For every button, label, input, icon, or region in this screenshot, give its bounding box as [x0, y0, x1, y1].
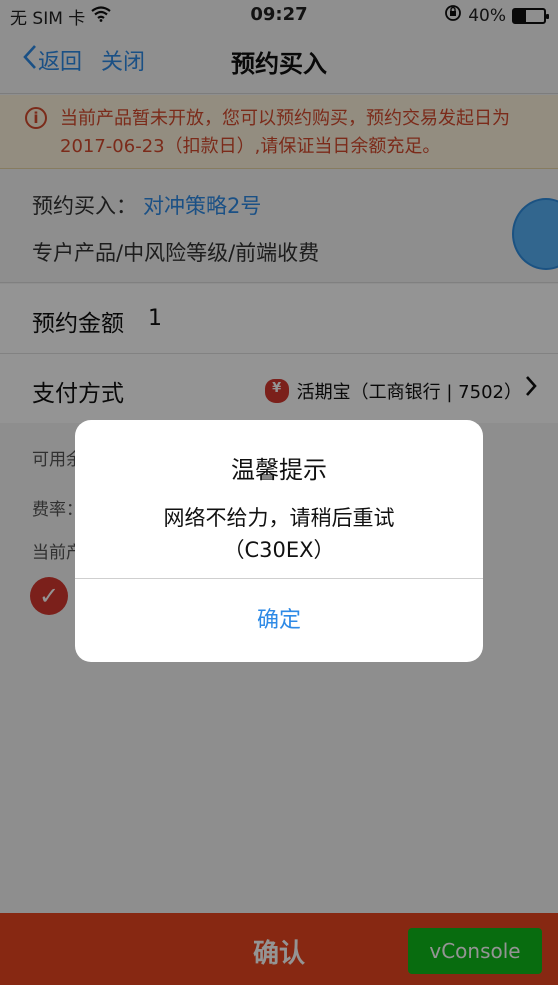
dialog-title: 温馨提示	[231, 456, 327, 484]
dialog-message-line2: （C30EX）	[223, 538, 335, 562]
dialog-message-line1: 网络不给力，请稍后重试	[163, 506, 395, 530]
alert-dialog: 温馨提示 网络不给力，请稍后重试 （C30EX） 确定	[75, 420, 483, 662]
dialog-ok-button[interactable]: 确定	[75, 579, 483, 662]
dialog-message: 网络不给力，请稍后重试 （C30EX）	[75, 502, 483, 566]
